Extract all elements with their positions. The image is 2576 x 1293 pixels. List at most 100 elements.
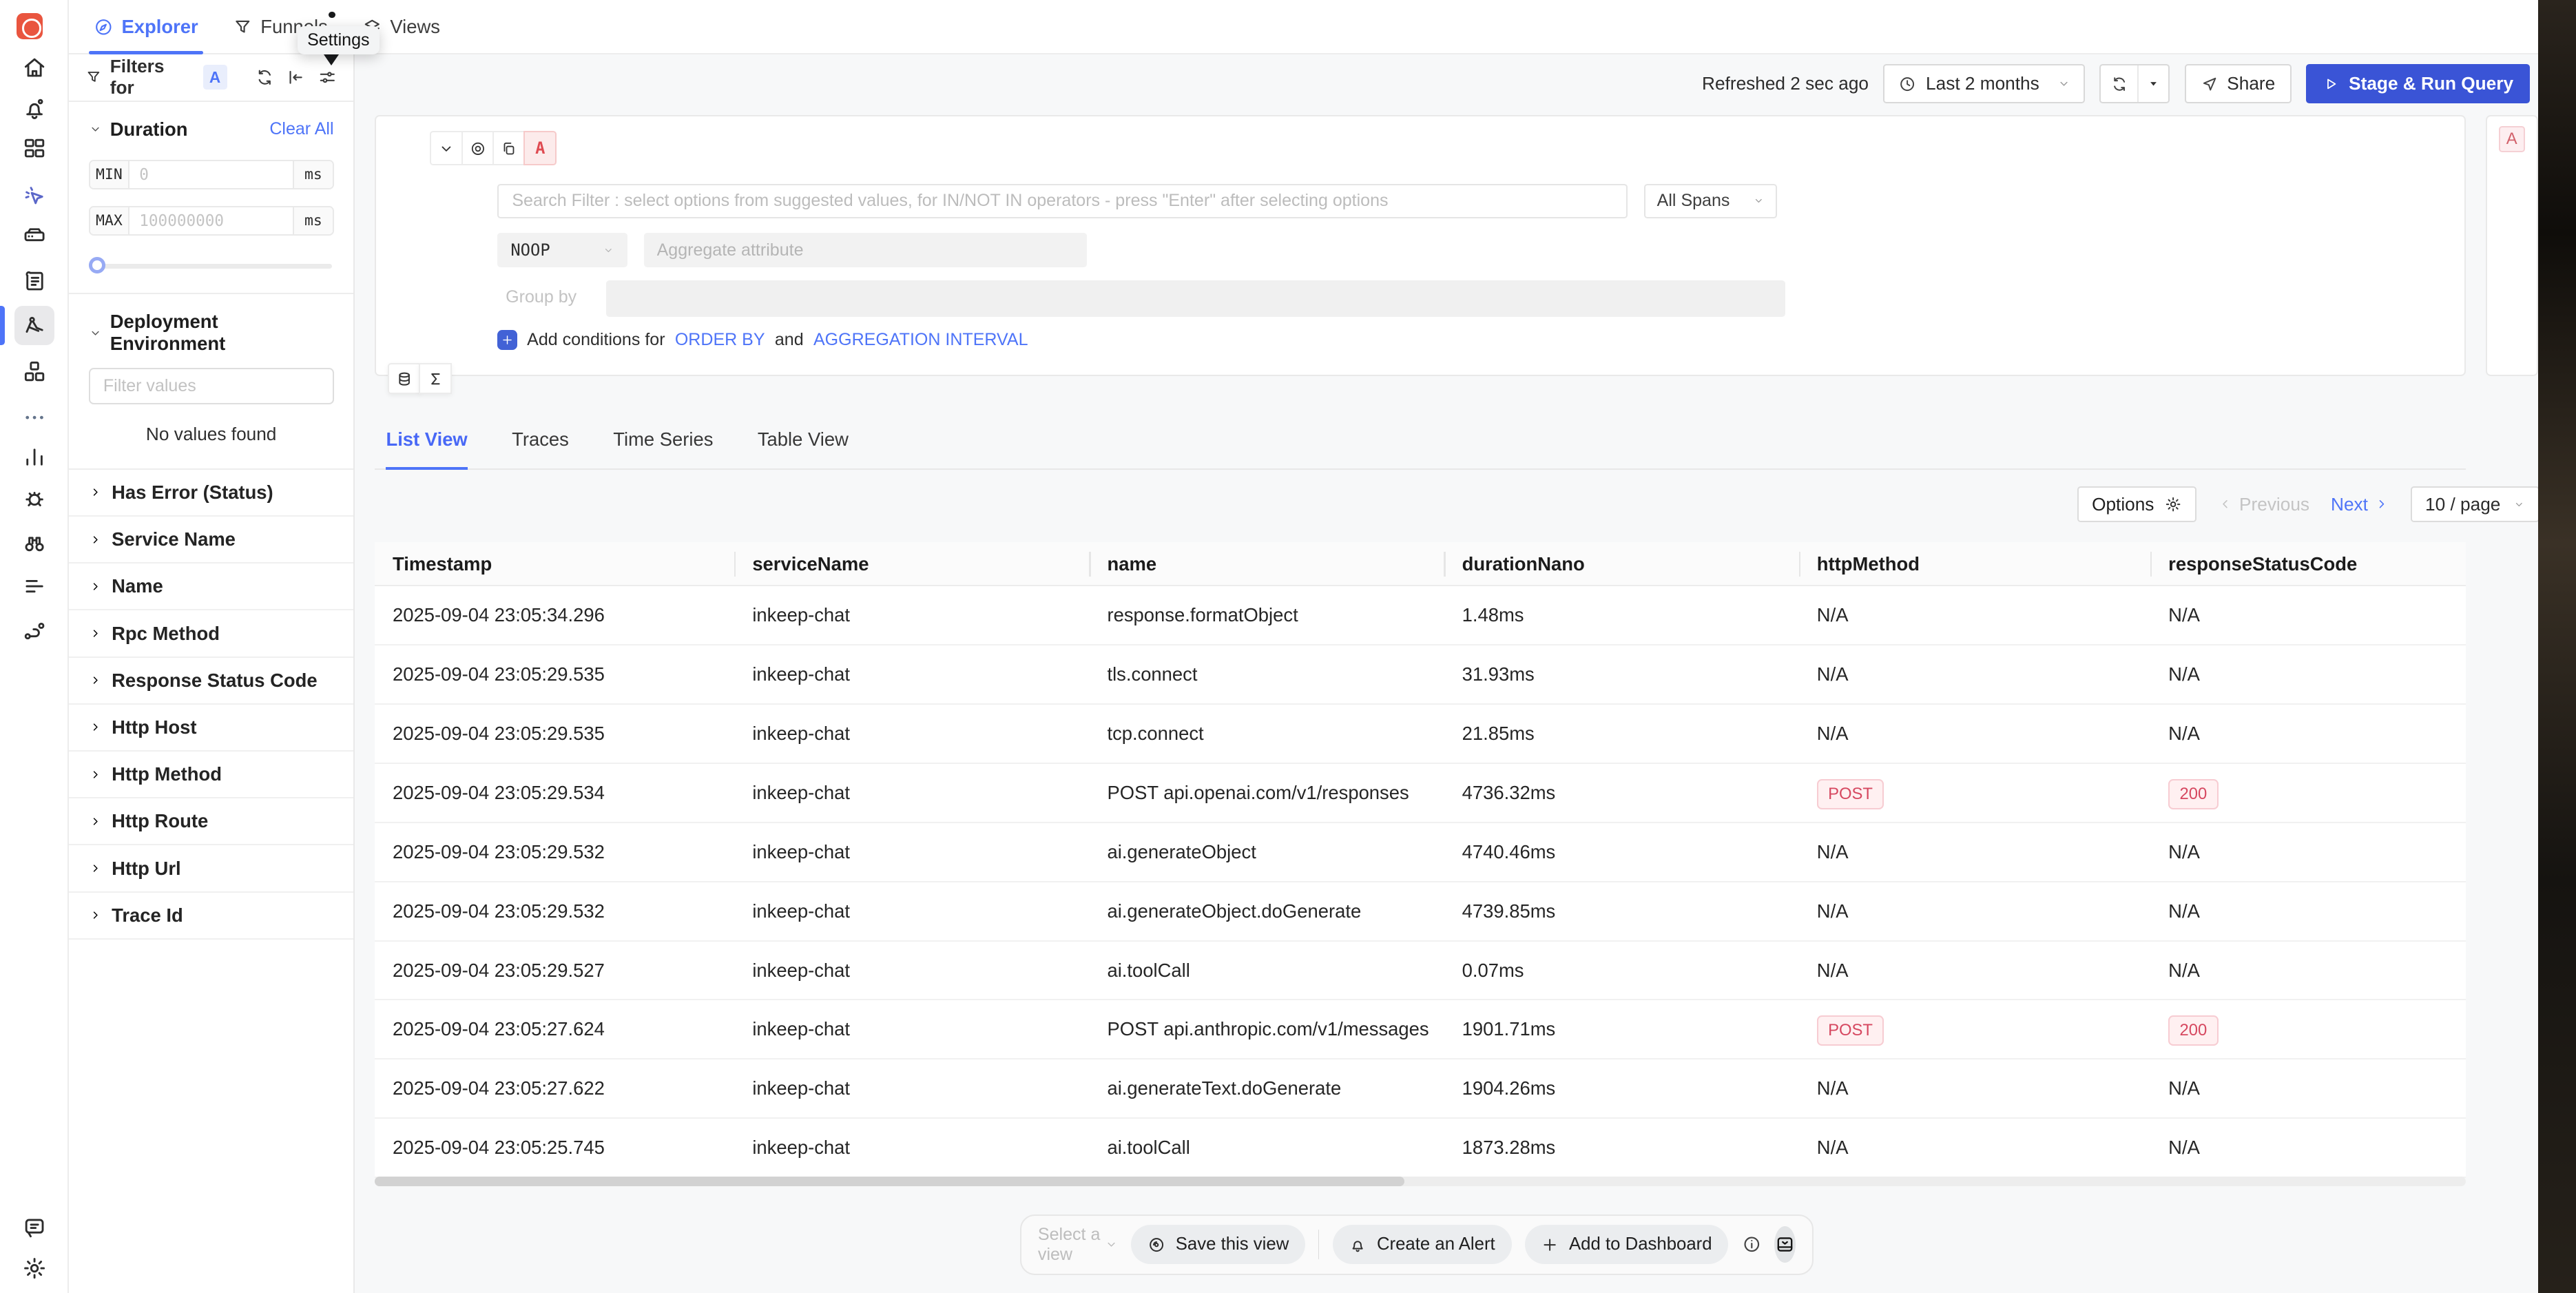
view-tab-list-view[interactable]: List View [386, 411, 467, 468]
duration-min-input[interactable] [129, 161, 293, 188]
filter-section-http-route[interactable]: Http Route [69, 798, 353, 845]
tab-explorer[interactable]: Explorer [94, 0, 198, 54]
filter-section-http-url[interactable]: Http Url [69, 845, 353, 892]
refresh-options-button[interactable] [2139, 65, 2168, 102]
table-row[interactable]: 2025-09-04 23:05:27.624inkeep-chatPOST a… [375, 1000, 2466, 1059]
add-to-dashboard-button[interactable]: Add to Dashboard [1525, 1225, 1729, 1264]
filter-section-response-status-code[interactable]: Response Status Code [69, 658, 353, 705]
rail-item-bug-icon[interactable] [21, 485, 48, 511]
rail-item-binoculars-icon[interactable] [21, 530, 48, 557]
table-row[interactable]: 2025-09-04 23:05:29.532inkeep-chatai.gen… [375, 882, 2466, 942]
rail-item-gear-icon[interactable] [21, 1255, 48, 1281]
filter-section-rpc-method[interactable]: Rpc Method [69, 610, 353, 657]
table-row[interactable]: 2025-09-04 23:05:27.622inkeep-chatai.gen… [375, 1059, 2466, 1119]
slider-handle[interactable] [89, 257, 105, 273]
table-row[interactable]: 2025-09-04 23:05:25.745inkeep-chatai.too… [375, 1119, 2466, 1178]
rail-item-pipelines-icon[interactable] [21, 573, 48, 599]
clear-all-link[interactable]: Clear All [269, 119, 333, 139]
filter-section-http-method[interactable]: Http Method [69, 752, 353, 798]
chevron-down-icon[interactable] [89, 327, 102, 340]
rail-item-logs-icon[interactable] [21, 268, 48, 294]
refresh-button[interactable] [2101, 65, 2139, 102]
save-view-button[interactable]: Save this view [1131, 1225, 1305, 1264]
duration-slider[interactable] [90, 257, 332, 273]
rail-item-services-icon[interactable] [21, 358, 48, 384]
column-header-responsestatuscode[interactable]: responseStatusCode [2150, 542, 2466, 585]
collapse-left-icon[interactable] [286, 68, 306, 87]
view-tab-traces[interactable]: Traces [512, 411, 569, 468]
chevron-right-icon [89, 862, 102, 875]
aggregation-interval-link[interactable]: AGGREGATION INTERVAL [813, 330, 1028, 350]
add-query-button[interactable] [388, 363, 421, 394]
chevron-down-icon[interactable] [89, 123, 102, 136]
cell-name: ai.generateObject [1089, 823, 1444, 881]
aggregate-op-select[interactable]: NOOP [497, 233, 627, 267]
add-condition-button[interactable] [497, 330, 517, 350]
filter-section-trace-id[interactable]: Trace Id [69, 893, 353, 940]
scrollbar-thumb[interactable] [375, 1177, 1404, 1186]
options-button[interactable]: Options [2077, 486, 2196, 522]
sync-icon[interactable] [255, 68, 275, 87]
rail-item-routing-icon[interactable] [21, 618, 48, 644]
search-filter-input[interactable] [497, 184, 1628, 218]
order-by-link[interactable]: ORDER BY [675, 330, 765, 350]
rail-item-bell-icon[interactable] [21, 95, 48, 121]
column-header-timestamp[interactable]: Timestamp [375, 542, 734, 585]
table-row[interactable]: 2025-09-04 23:05:29.535inkeep-chattls.co… [375, 645, 2466, 705]
view-tab-time-series[interactable]: Time Series [613, 411, 713, 468]
duration-max-input[interactable] [129, 207, 293, 234]
filter-section-name[interactable]: Name [69, 563, 353, 610]
cell-durationnano: 1.48ms [1444, 586, 1798, 644]
query-a-chip[interactable]: A [2499, 126, 2525, 152]
info-icon[interactable] [1742, 1234, 1762, 1254]
filter-section-service-name[interactable]: Service Name [69, 517, 353, 563]
cell-httpmethod: N/A [1799, 705, 2150, 763]
page-size-select[interactable]: 10 / page [2411, 486, 2539, 522]
table-row[interactable]: 2025-09-04 23:05:29.534inkeep-chatPOST a… [375, 764, 2466, 823]
query-label-chip[interactable]: A [523, 131, 557, 165]
group-by-label: Group by [506, 287, 577, 307]
query-chip-a[interactable]: A [203, 65, 227, 90]
rail-item-infra-icon[interactable] [21, 223, 48, 249]
horizontal-scrollbar[interactable] [375, 1177, 2466, 1186]
column-header-durationnano[interactable]: durationNano [1444, 542, 1798, 585]
table-row[interactable]: 2025-09-04 23:05:29.535inkeep-chattcp.co… [375, 705, 2466, 764]
create-alert-button[interactable]: Create an Alert [1333, 1225, 1512, 1264]
deployment-filter-input[interactable] [89, 368, 334, 404]
table-row[interactable]: 2025-09-04 23:05:29.532inkeep-chatai.gen… [375, 823, 2466, 882]
table-row[interactable]: 2025-09-04 23:05:29.527inkeep-chatai.too… [375, 942, 2466, 1001]
previous-page-button[interactable]: Previous [2218, 494, 2309, 515]
signoz-logo[interactable] [17, 13, 43, 39]
rail-item-chat-icon[interactable] [21, 1214, 48, 1241]
rail-item-more-dots-icon[interactable] [21, 404, 48, 431]
time-range-select[interactable]: Last 2 months [1883, 64, 2085, 103]
column-header-servicename[interactable]: serviceName [734, 542, 1089, 585]
cell-timestamp: 2025-09-04 23:05:29.527 [375, 942, 734, 1000]
add-formula-button[interactable] [419, 363, 452, 394]
stage-run-query-button[interactable]: Stage & Run Query [2306, 64, 2530, 103]
toggle-query-visibility-button[interactable] [461, 131, 495, 165]
column-header-httpmethod[interactable]: httpMethod [1799, 542, 2150, 585]
rail-item-dashboard-grid-icon[interactable] [21, 135, 48, 161]
rail-item-traces-icon[interactable] [21, 312, 48, 338]
collapse-query-button[interactable] [430, 131, 463, 165]
rail-item-home-icon[interactable] [21, 54, 48, 81]
filter-section-http-host[interactable]: Http Host [69, 705, 353, 752]
select-view-dropdown[interactable]: Select a view [1038, 1225, 1118, 1265]
filter-settings-icon[interactable] [318, 68, 337, 87]
clone-query-button[interactable] [492, 131, 526, 165]
next-page-button[interactable]: Next [2331, 494, 2389, 515]
caret-down-icon [2147, 77, 2160, 90]
share-button[interactable]: Share [2185, 64, 2292, 103]
table-row[interactable]: 2025-09-04 23:05:34.296inkeep-chatrespon… [375, 586, 2466, 645]
refreshed-status: Refreshed 2 sec ago [1702, 73, 1869, 94]
view-tab-table-view[interactable]: Table View [758, 411, 849, 468]
rail-item-cursor-click-icon[interactable] [21, 183, 48, 209]
rail-item-metrics-icon[interactable] [21, 444, 48, 470]
filter-section-has-error-status-[interactable]: Has Error (Status) [69, 470, 353, 517]
span-scope-select[interactable]: All Spans [1644, 184, 1777, 218]
column-header-name[interactable]: name [1089, 542, 1444, 585]
deployment-title[interactable]: Deployment Environment [110, 311, 334, 355]
duration-title[interactable]: Duration [110, 118, 262, 141]
shortcuts-panel-button[interactable] [1774, 1226, 1796, 1262]
